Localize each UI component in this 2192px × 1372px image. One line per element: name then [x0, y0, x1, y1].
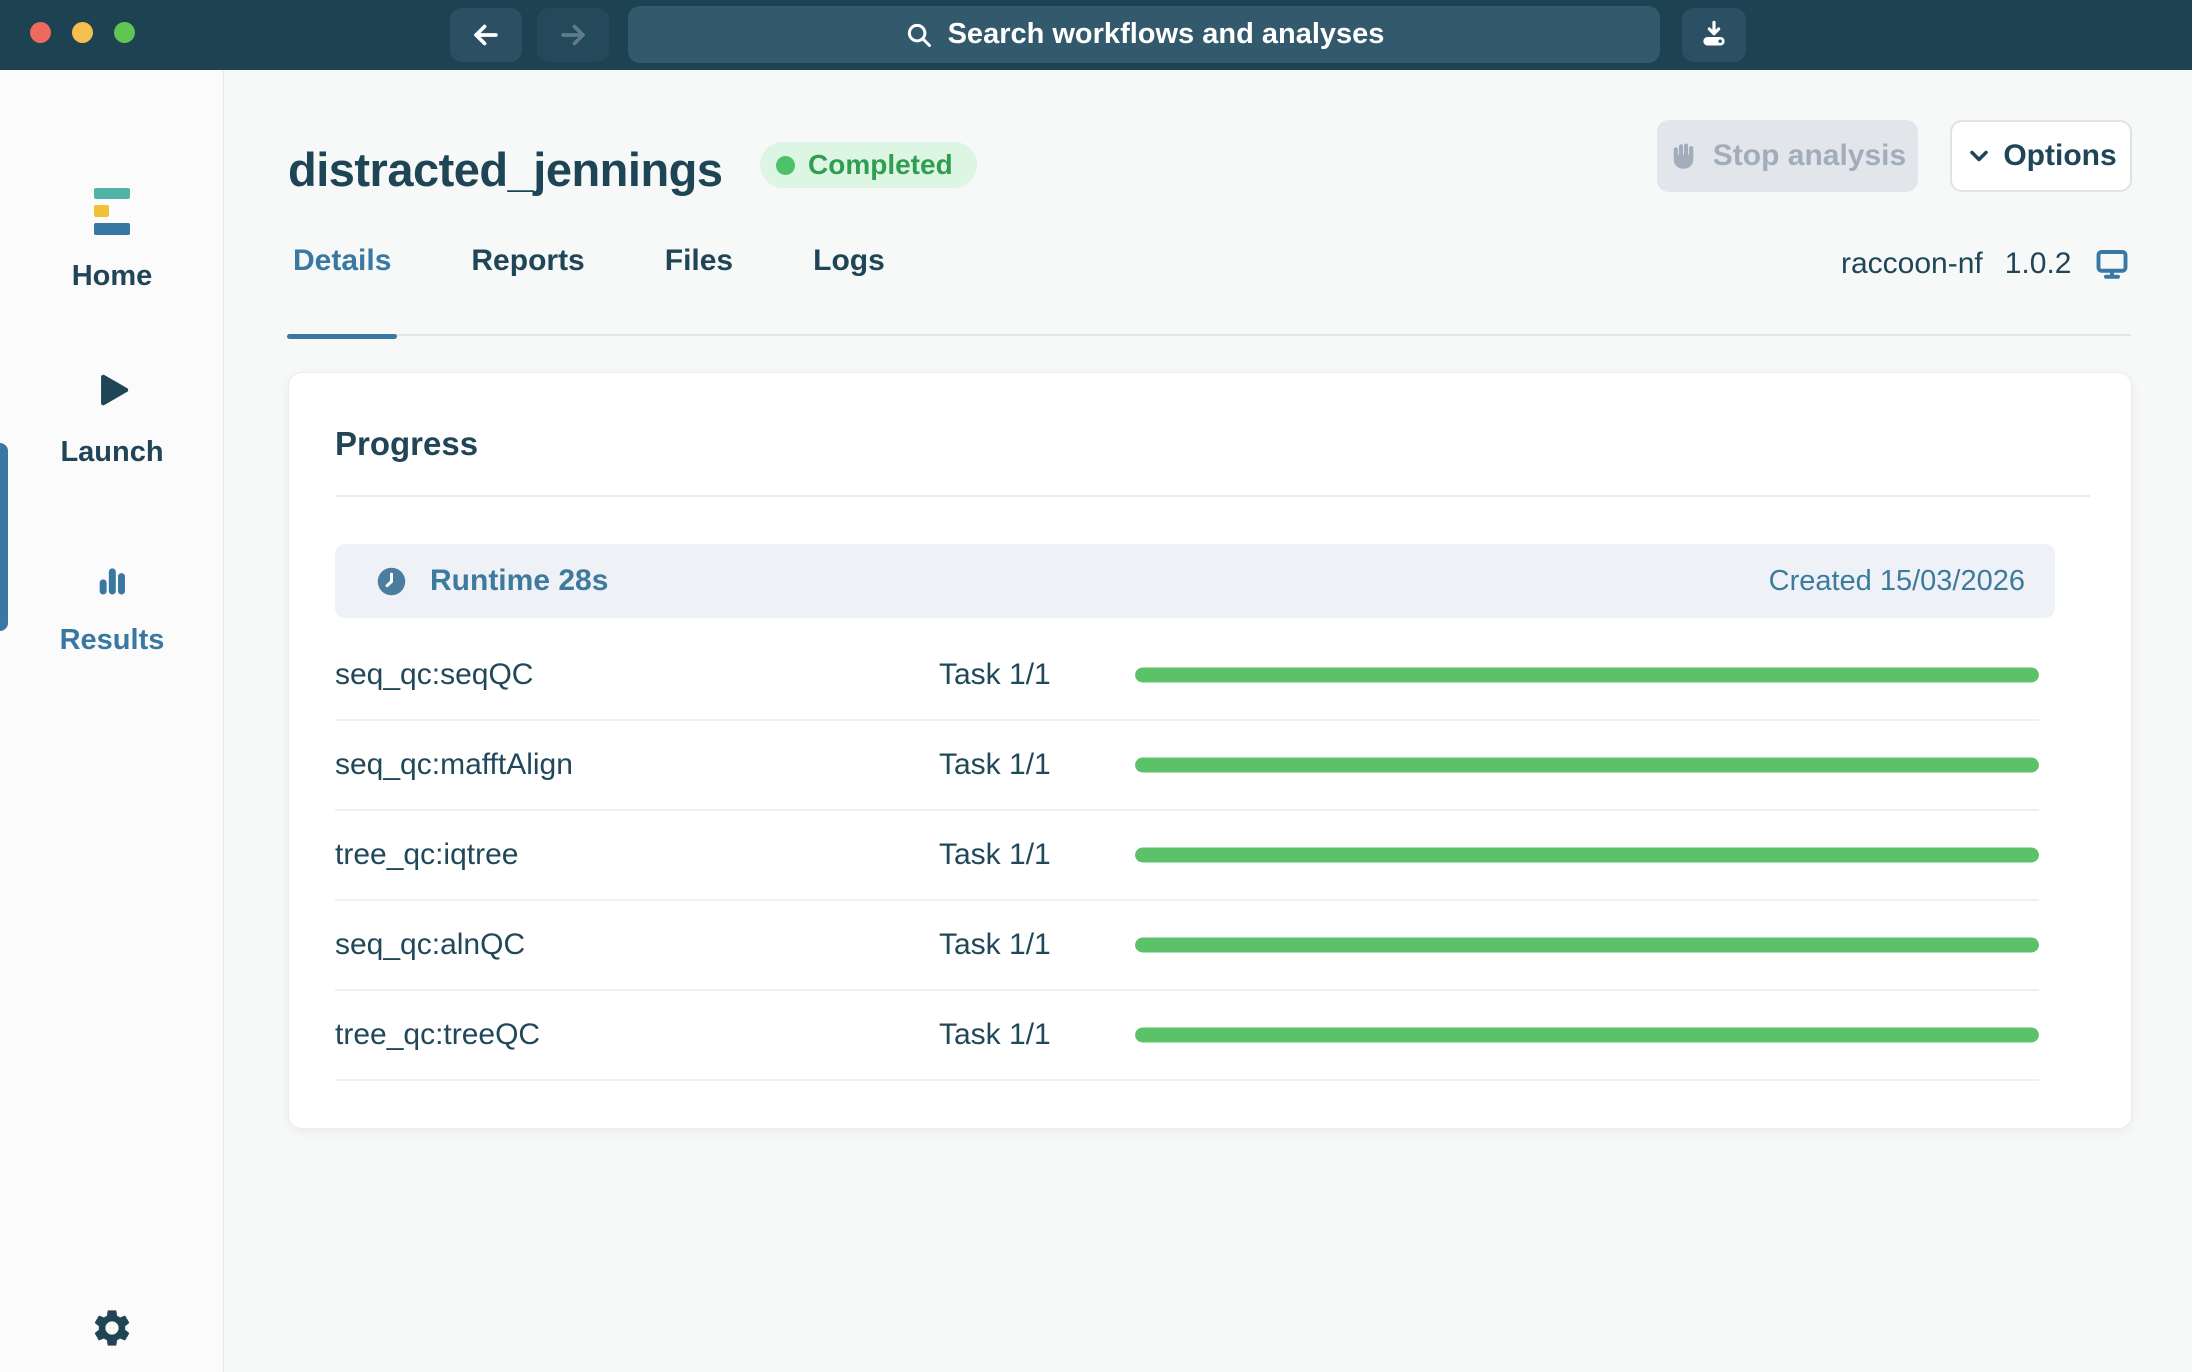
status-dot-icon	[776, 156, 795, 175]
task-name: seq_qc:mafftAlign	[335, 748, 573, 782]
main-content: distracted_jennings Completed Stop analy…	[224, 70, 2192, 1372]
download-button[interactable]	[1682, 8, 1746, 62]
sidebar-item-label: Launch	[0, 436, 224, 469]
task-row: seq_qc:mafftAlign Task 1/1	[335, 721, 2039, 811]
task-progress-fill	[1135, 668, 2039, 683]
search-placeholder: Search workflows and analyses	[948, 18, 1385, 51]
clock-icon	[375, 565, 408, 598]
tab-bar: Details Reports Files Logs	[293, 244, 885, 336]
window-controls	[30, 22, 135, 43]
titlebar: Search workflows and analyses	[0, 0, 2192, 70]
task-progress-bar	[1135, 668, 2039, 683]
task-list: seq_qc:seqQC Task 1/1 seq_qc:mafftAlign …	[335, 631, 2039, 1081]
task-row: tree_qc:iqtree Task 1/1	[335, 811, 2039, 901]
options-button[interactable]: Options	[1950, 120, 2132, 192]
task-row: tree_qc:treeQC Task 1/1	[335, 991, 2039, 1081]
tabs-divider	[288, 334, 2131, 336]
status-badge: Completed	[760, 142, 977, 188]
created-label: Created 15/03/2026	[1769, 565, 2025, 598]
task-name: tree_qc:iqtree	[335, 838, 518, 872]
monitor-icon[interactable]	[2093, 246, 2131, 282]
sidebar: Home Launch Results Settings	[0, 70, 224, 1372]
card-divider	[335, 495, 2090, 497]
task-progress-fill	[1135, 758, 2039, 773]
sidebar-item-launch[interactable]: Launch	[0, 368, 224, 469]
close-button[interactable]	[30, 22, 51, 43]
task-progress-bar	[1135, 938, 2039, 953]
task-progress-fill	[1135, 848, 2039, 863]
task-progress-bar	[1135, 1028, 2039, 1043]
gear-icon	[0, 1306, 224, 1350]
page-title: distracted_jennings	[288, 142, 723, 197]
task-name: tree_qc:treeQC	[335, 1018, 540, 1052]
sidebar-item-results[interactable]: Results	[0, 562, 224, 657]
runtime-banner: Runtime 28s Created 15/03/2026	[335, 544, 2055, 618]
download-icon	[1698, 19, 1730, 51]
sidebar-item-label: Results	[0, 624, 224, 657]
task-count: Task 1/1	[939, 928, 1051, 962]
task-name: seq_qc:seqQC	[335, 658, 533, 692]
task-count: Task 1/1	[939, 838, 1051, 872]
workflow-name: raccoon-nf	[1841, 247, 1983, 281]
hand-stop-icon	[1669, 141, 1699, 171]
arrow-left-icon	[469, 18, 503, 52]
play-icon	[0, 368, 224, 412]
chevron-down-icon	[1965, 142, 1993, 170]
maximize-button[interactable]	[114, 22, 135, 43]
stop-analysis-button[interactable]: Stop analysis	[1657, 120, 1918, 192]
task-name: seq_qc:alnQC	[335, 928, 525, 962]
options-label: Options	[2003, 139, 2116, 173]
task-progress-fill	[1135, 1028, 2039, 1043]
progress-card-title: Progress	[335, 425, 478, 463]
epi2me-logo-icon	[0, 188, 224, 236]
search-input[interactable]: Search workflows and analyses	[628, 6, 1660, 63]
search-icon	[904, 20, 934, 50]
sidebar-item-home[interactable]: Home	[0, 188, 224, 293]
minimize-button[interactable]	[72, 22, 93, 43]
tab-details[interactable]: Details	[293, 244, 391, 336]
task-count: Task 1/1	[939, 658, 1051, 692]
task-progress-bar	[1135, 848, 2039, 863]
stop-analysis-label: Stop analysis	[1713, 139, 1906, 173]
arrow-right-icon	[556, 18, 590, 52]
forward-button[interactable]	[537, 8, 609, 62]
sidebar-item-label: Home	[0, 260, 224, 293]
progress-card: Progress Runtime 28s Created 15/03/2026 …	[288, 372, 2132, 1129]
task-row: seq_qc:seqQC Task 1/1	[335, 631, 2039, 721]
workflow-info: raccoon-nf 1.0.2	[1841, 242, 2131, 286]
runtime-label: Runtime 28s	[430, 564, 608, 598]
sidebar-item-settings[interactable]: Settings	[0, 1306, 224, 1372]
task-count: Task 1/1	[939, 748, 1051, 782]
tab-logs[interactable]: Logs	[813, 244, 885, 336]
task-progress-fill	[1135, 938, 2039, 953]
tab-reports[interactable]: Reports	[471, 244, 584, 336]
task-row: seq_qc:alnQC Task 1/1	[335, 901, 2039, 991]
task-progress-bar	[1135, 758, 2039, 773]
tab-files[interactable]: Files	[665, 244, 733, 336]
status-label: Completed	[808, 149, 953, 181]
task-count: Task 1/1	[939, 1018, 1051, 1052]
workflow-version: 1.0.2	[2005, 247, 2072, 281]
back-button[interactable]	[450, 8, 522, 62]
bar-chart-icon	[0, 562, 224, 600]
